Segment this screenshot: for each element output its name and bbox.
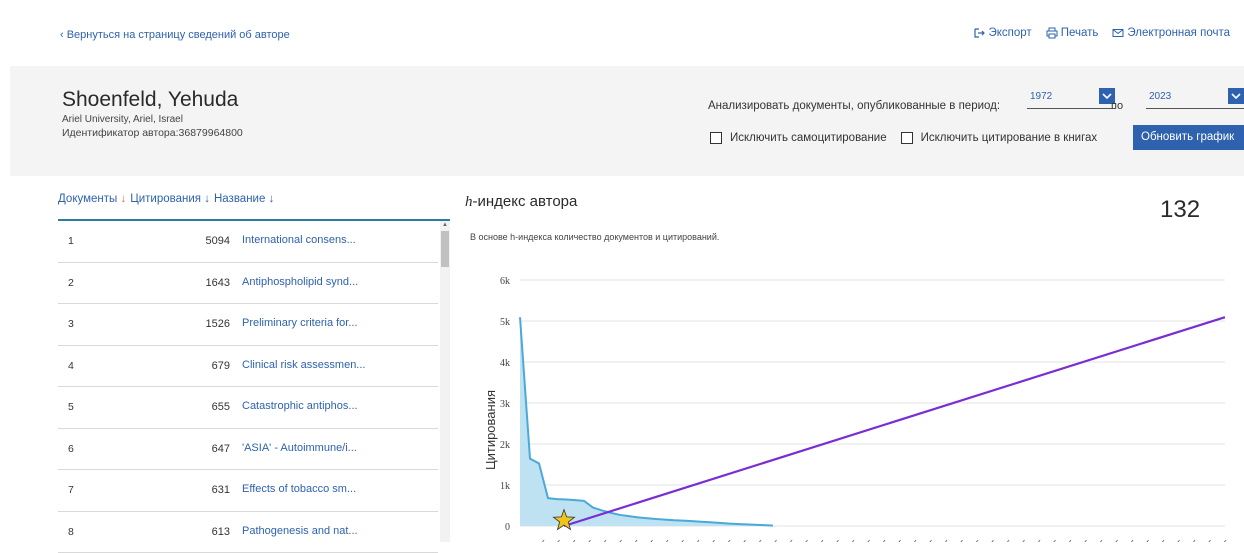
y-tick-label: 5k bbox=[500, 317, 510, 328]
row-rank: 4 bbox=[68, 360, 74, 372]
update-graph-button[interactable]: Обновить график bbox=[1133, 125, 1244, 150]
table-row[interactable]: 5 655 Catastrophic antiphos... bbox=[58, 387, 438, 429]
sort-arrow-icon: ↓ bbox=[269, 193, 275, 205]
email-label: Электронная почта bbox=[1127, 27, 1230, 39]
hindex-line bbox=[564, 317, 1225, 526]
email-link[interactable]: Электронная почта bbox=[1112, 27, 1230, 39]
row-citations: 647 bbox=[158, 443, 230, 455]
scroll-up-icon[interactable]: ▲ bbox=[440, 221, 450, 229]
hindex-title: h-индекс автора bbox=[465, 193, 577, 211]
table-row[interactable]: 8 613 Pathogenesis and nat... bbox=[58, 512, 438, 553]
row-rank: 3 bbox=[68, 318, 74, 330]
hindex-value: 132 bbox=[1160, 196, 1200, 224]
row-citations: 631 bbox=[158, 484, 230, 496]
y-axis-label: Цитирования bbox=[483, 390, 498, 470]
row-title-link[interactable]: Antiphospholipid synd... bbox=[242, 276, 358, 288]
row-citations: 5094 bbox=[158, 235, 230, 247]
export-link[interactable]: Экспорт bbox=[973, 27, 1031, 39]
row-citations: 1526 bbox=[158, 318, 230, 330]
y-tick-label: 2k bbox=[500, 440, 510, 451]
table-row[interactable]: 6 647 'ASIA' - Autoimmune/i... bbox=[58, 429, 438, 471]
row-citations: 613 bbox=[158, 526, 230, 538]
exclude-books-checkbox[interactable] bbox=[901, 132, 913, 144]
back-to-author-link[interactable]: ‹ Вернуться на страницу сведений об авто… bbox=[60, 29, 290, 41]
action-links: Экспорт Печать Электронная почта bbox=[973, 27, 1230, 39]
sort-arrow-icon: ↓ bbox=[120, 193, 126, 205]
y-tick-label: 4k bbox=[500, 358, 510, 369]
print-icon bbox=[1046, 27, 1058, 39]
row-title-link[interactable]: Effects of tobacco sm... bbox=[242, 483, 356, 495]
row-citations: 655 bbox=[158, 401, 230, 413]
print-link[interactable]: Печать bbox=[1046, 27, 1099, 39]
exclusion-options: Исключить самоцитирование Исключить цити… bbox=[710, 132, 1097, 144]
col-citations[interactable]: Цитирования ↓ bbox=[130, 193, 210, 205]
row-citations: 1643 bbox=[158, 277, 230, 289]
from-year-value: 1972 bbox=[1030, 91, 1052, 102]
row-rank: 6 bbox=[68, 443, 74, 455]
print-label: Печать bbox=[1061, 27, 1099, 39]
author-affiliation: Ariel University, Ariel, Israel bbox=[62, 114, 183, 125]
row-rank: 2 bbox=[68, 277, 74, 289]
author-name: Shoenfeld, Yehuda bbox=[62, 88, 238, 112]
scroll-thumb[interactable] bbox=[441, 231, 449, 267]
to-label: по bbox=[1111, 100, 1123, 112]
table-row[interactable]: 7 631 Effects of tobacco sm... bbox=[58, 470, 438, 512]
y-tick-label: 3k bbox=[500, 399, 510, 410]
row-rank: 7 bbox=[68, 484, 74, 496]
email-icon bbox=[1112, 27, 1124, 39]
export-label: Экспорт bbox=[988, 27, 1031, 39]
y-tick-label: 0 bbox=[505, 522, 510, 533]
hindex-chart: 0 1k 2k 3k 4k 5k 6k Цитирования bbox=[460, 260, 1244, 542]
sort-arrow-icon: ↓ bbox=[204, 193, 210, 205]
exclude-self-label: Исключить самоцитирование bbox=[730, 132, 887, 144]
author-header: Shoenfeld, Yehuda Ariel University, Arie… bbox=[10, 66, 1244, 176]
row-title-link[interactable]: 'ASIA' - Autoimmune/i... bbox=[242, 442, 357, 454]
table-scrollbar[interactable]: ▲ bbox=[440, 221, 450, 542]
table-row[interactable]: 4 679 Clinical risk assessmen... bbox=[58, 346, 438, 388]
col-documents[interactable]: Документы ↓ bbox=[58, 193, 126, 205]
export-icon bbox=[973, 27, 985, 39]
exclude-books-label: Исключить цитирование в книгах bbox=[921, 132, 1098, 144]
row-title-link[interactable]: Catastrophic antiphos... bbox=[242, 400, 358, 412]
row-citations: 679 bbox=[158, 360, 230, 372]
from-year-select[interactable]: 1972 bbox=[1027, 88, 1115, 109]
table-header: Документы ↓ Цитирования ↓ Название ↓ bbox=[58, 193, 274, 205]
table-row[interactable]: 3 1526 Preliminary criteria for... bbox=[58, 304, 438, 346]
y-tick-label: 1k bbox=[500, 481, 510, 492]
table-row[interactable]: 2 1643 Antiphospholipid synd... bbox=[58, 263, 438, 305]
row-rank: 8 bbox=[68, 526, 74, 538]
y-tick-label: 6k bbox=[500, 276, 510, 287]
to-year-value: 2023 bbox=[1149, 91, 1171, 102]
hindex-subtitle: В основе h-индекса количество документов… bbox=[470, 232, 719, 242]
to-year-select[interactable]: 2023 bbox=[1146, 88, 1244, 109]
chevron-down-icon[interactable] bbox=[1228, 88, 1244, 104]
exclude-self-checkbox[interactable] bbox=[710, 132, 722, 144]
row-title-link[interactable]: Pathogenesis and nat... bbox=[242, 525, 358, 537]
citations-area bbox=[520, 317, 773, 526]
row-title-link[interactable]: Preliminary criteria for... bbox=[242, 317, 358, 329]
author-id: Идентификатор автора:36879964800 bbox=[62, 127, 243, 139]
row-title-link[interactable]: Clinical risk assessmen... bbox=[242, 359, 365, 371]
table-row[interactable]: 1 5094 International consens... bbox=[58, 221, 438, 263]
row-rank: 5 bbox=[68, 401, 74, 413]
citations-line bbox=[520, 317, 773, 525]
row-title-link[interactable]: International consens... bbox=[242, 234, 356, 246]
period-label: Анализировать документы, опубликованные … bbox=[708, 100, 1000, 112]
row-rank: 1 bbox=[68, 235, 74, 247]
col-title[interactable]: Название ↓ bbox=[214, 193, 274, 205]
document-list: 1 5094 International consens... 2 1643 Antip… bbox=[58, 221, 438, 553]
